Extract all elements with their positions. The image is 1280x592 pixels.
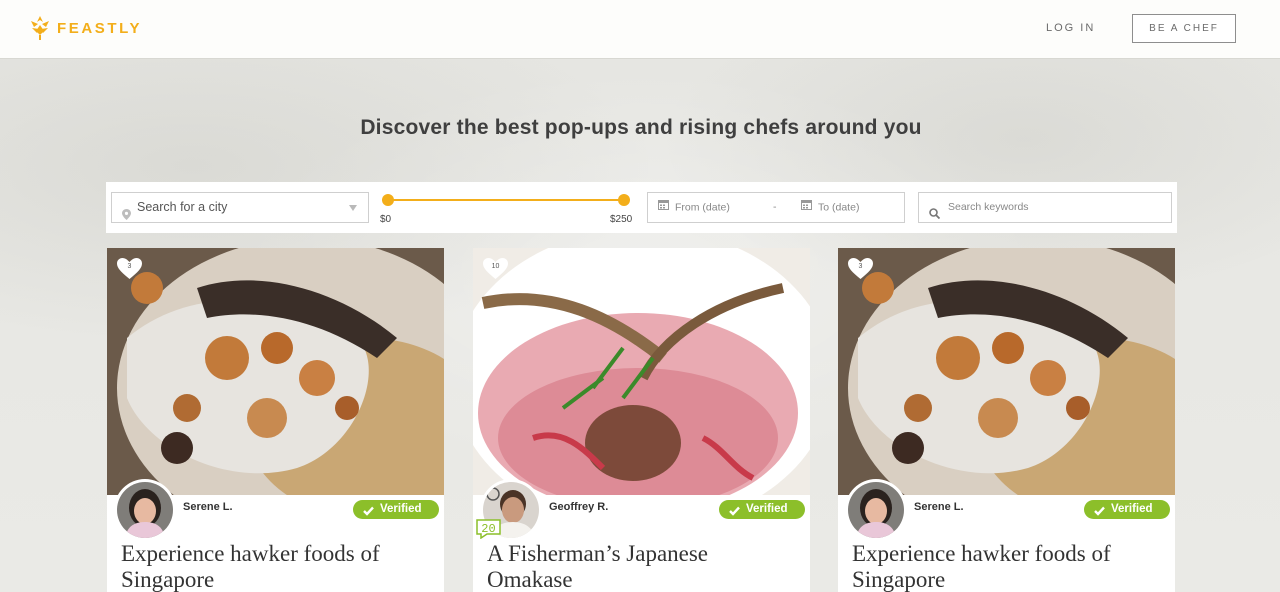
- date-to-input[interactable]: To (date): [801, 193, 859, 222]
- slider-min-handle[interactable]: [382, 194, 394, 206]
- verified-label: Verified: [746, 503, 788, 515]
- event-title-line: Singapore: [852, 567, 946, 592]
- location-pin-icon: [122, 202, 131, 220]
- verified-badge: Verified: [1084, 500, 1170, 519]
- site-header: FEASTLY LOG IN BE A CHEF: [0, 0, 1280, 59]
- event-title-line: Experience hawker foods of: [852, 541, 1111, 566]
- checkmark-icon: [729, 504, 740, 523]
- favorite-heart-icon[interactable]: 3: [116, 257, 143, 281]
- verified-badge: Verified: [719, 500, 805, 519]
- chef-name[interactable]: Serene L.: [914, 501, 964, 513]
- calendar-icon: [658, 193, 669, 222]
- chef-level-badge: 20: [475, 519, 502, 539]
- date-from-placeholder: From (date): [675, 201, 730, 214]
- be-a-chef-button[interactable]: BE A CHEF: [1132, 14, 1236, 43]
- event-title[interactable]: Experience hawker foods of Singapore: [852, 541, 1172, 592]
- event-title-line: Omakase: [487, 567, 573, 592]
- logo[interactable]: FEASTLY: [29, 15, 142, 41]
- chef-name[interactable]: Geoffrey R.: [549, 501, 608, 513]
- calendar-icon: [801, 193, 812, 222]
- search-icon: [929, 202, 941, 231]
- price-min-label: $0: [380, 214, 392, 225]
- verified-badge: Verified: [353, 500, 439, 519]
- chef-avatar[interactable]: [845, 479, 907, 541]
- event-card[interactable]: 10 20 Geoffrey R. Verified A Fisherman’s…: [473, 248, 810, 592]
- price-max-label: $250: [610, 214, 633, 225]
- date-from-input[interactable]: From (date): [658, 193, 730, 222]
- event-title-line: A Fisherman’s Japanese: [487, 541, 709, 566]
- login-link[interactable]: LOG IN: [1046, 22, 1095, 34]
- chevron-down-icon: [349, 205, 357, 211]
- brand-name: FEASTLY: [57, 19, 143, 37]
- checkmark-icon: [1094, 504, 1105, 523]
- artichoke-logo-icon: [29, 15, 51, 41]
- favorite-count: 10: [491, 263, 500, 270]
- favorite-heart-icon[interactable]: 3: [847, 257, 874, 281]
- event-photo[interactable]: [838, 248, 1175, 495]
- search-filter-bar: Search for a city $0 $250 From (date) - …: [106, 182, 1177, 233]
- checkmark-icon: [363, 504, 374, 523]
- verified-label: Verified: [1111, 503, 1153, 515]
- event-photo[interactable]: [107, 248, 444, 495]
- page-headline: Discover the best pop-ups and rising che…: [360, 116, 922, 139]
- date-separator: -: [773, 201, 777, 213]
- date-range-field: From (date) - To (date): [647, 192, 905, 223]
- price-range-slider[interactable]: $0 $250: [380, 193, 636, 227]
- event-card[interactable]: 3 Serene L. Verified Experience hawker f…: [838, 248, 1175, 592]
- event-title-line: Singapore: [121, 567, 215, 592]
- event-title-line: Experience hawker foods of: [121, 541, 380, 566]
- chef-name[interactable]: Serene L.: [183, 501, 233, 513]
- chef-level-value: 20: [481, 522, 496, 536]
- date-to-placeholder: To (date): [818, 201, 860, 214]
- keyword-placeholder: Search keywords: [948, 201, 1029, 213]
- favorite-count: 3: [858, 263, 863, 270]
- city-select[interactable]: Search for a city: [111, 192, 369, 223]
- verified-label: Verified: [380, 503, 422, 515]
- event-title[interactable]: Experience hawker foods of Singapore: [121, 541, 441, 592]
- event-photo[interactable]: [473, 248, 810, 495]
- favorite-count: 3: [127, 263, 132, 270]
- chef-avatar[interactable]: [114, 479, 176, 541]
- keyword-search-input[interactable]: Search keywords: [918, 192, 1172, 223]
- slider-track: [388, 199, 624, 201]
- favorite-heart-icon[interactable]: 10: [482, 257, 509, 281]
- event-card[interactable]: 3 Serene L. Verified Experience hawker f…: [107, 248, 444, 592]
- city-placeholder: Search for a city: [137, 200, 228, 214]
- event-title[interactable]: A Fisherman’s Japanese Omakase: [487, 541, 807, 592]
- slider-max-handle[interactable]: [618, 194, 630, 206]
